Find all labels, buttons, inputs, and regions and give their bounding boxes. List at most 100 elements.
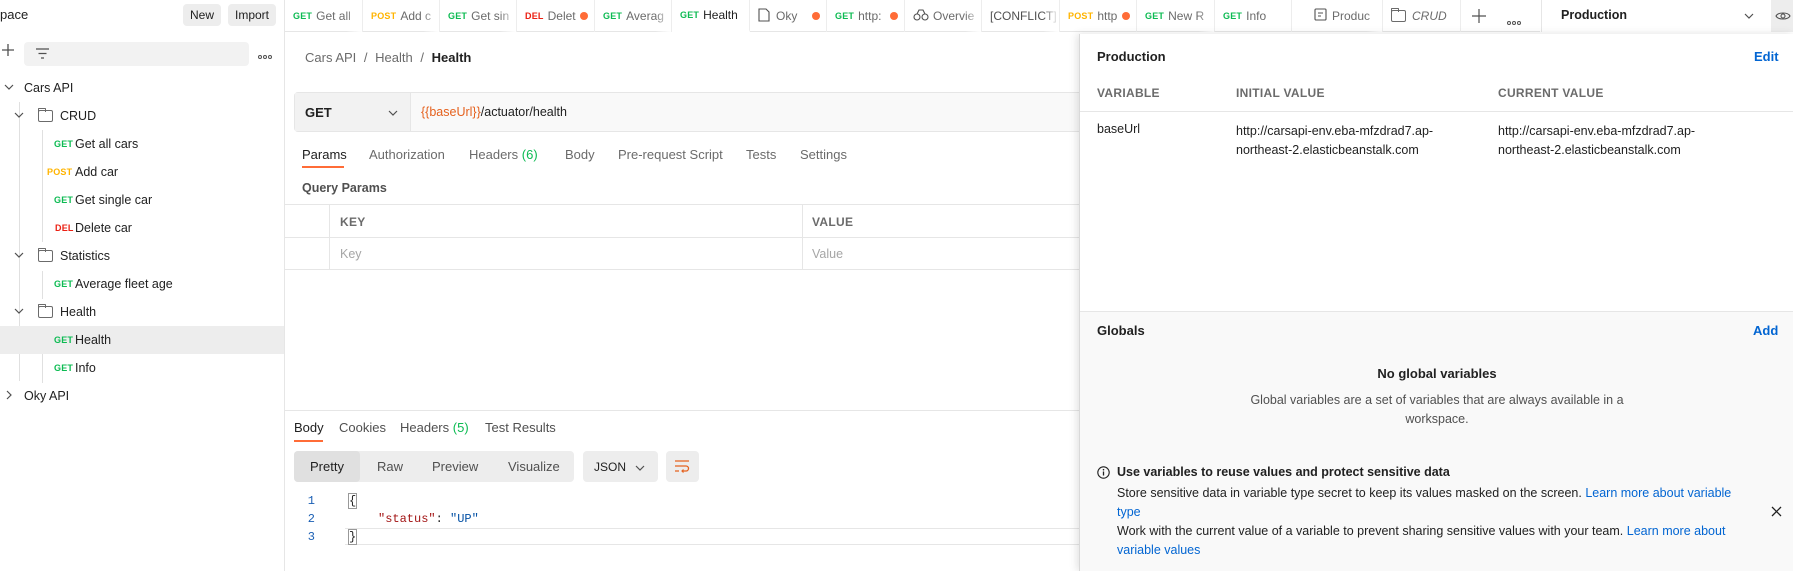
new-tab-icon[interactable]	[1472, 9, 1486, 26]
query-params-title: Query Params	[302, 181, 387, 195]
chevron-down-icon	[1743, 10, 1755, 25]
tab-headers[interactable]: Headers (6)	[469, 147, 538, 162]
learn-more-variable-type-link[interactable]: Learn more about variable	[1585, 486, 1731, 500]
add-icon[interactable]	[2, 44, 14, 56]
edit-environment-link[interactable]: Edit	[1754, 49, 1779, 64]
tab-label: Headers	[469, 147, 519, 162]
current-value-column-header: CURRENT VALUE	[1498, 86, 1604, 100]
tab-bar: GET Get all POST Add c GET Get sin DEL D…	[285, 0, 1540, 32]
tab-http[interactable]: GET http:	[827, 0, 905, 32]
request-label: Get all cars	[75, 137, 139, 151]
value-input[interactable]: Value	[812, 247, 843, 261]
tab-tests[interactable]: Tests	[746, 147, 776, 162]
new-button[interactable]: New	[183, 4, 222, 26]
request-info[interactable]: GET Info	[0, 354, 284, 382]
method-badge: GET	[54, 363, 74, 373]
folder-icon	[38, 108, 53, 122]
tab-settings[interactable]: Settings	[800, 147, 847, 162]
tab-params[interactable]: Params	[302, 147, 347, 162]
learn-more-variable-values-link[interactable]: Learn more about	[1627, 524, 1726, 538]
import-button[interactable]: Import	[228, 4, 277, 26]
collection-oky-api[interactable]: Oky API	[0, 382, 284, 410]
method-badge: GET	[1223, 11, 1243, 21]
request-health[interactable]: GET Health	[0, 326, 284, 354]
tab-get-all-cars[interactable]: GET Get all	[285, 0, 363, 32]
code-key-value: "status": "UP"	[378, 512, 479, 526]
request-get-single-car[interactable]: GET Get single car	[0, 186, 284, 214]
format-preview-button[interactable]: Preview	[432, 451, 478, 482]
environment-quick-look-button[interactable]	[1771, 0, 1793, 32]
tab-label: http:	[858, 9, 882, 23]
tab-new-request[interactable]: GET New R	[1137, 0, 1215, 32]
chevron-down-icon	[14, 109, 24, 123]
url-bar: GET {{baseUrl}}/actuator/health	[294, 92, 1084, 132]
response-tab-body[interactable]: Body	[294, 420, 324, 435]
request-delete-car[interactable]: DEL Delete car	[0, 214, 284, 242]
format-pretty-button[interactable]: Pretty	[294, 451, 360, 482]
folder-health[interactable]: Health	[0, 298, 284, 326]
unsaved-dot	[812, 12, 820, 20]
eye-icon	[1775, 10, 1791, 25]
breadcrumb-folder[interactable]: Health	[375, 50, 413, 65]
variable-initial-value: http://carsapi-env.eba-mfzdrad7.ap- nort…	[1236, 122, 1433, 160]
key-input[interactable]: Key	[340, 247, 362, 261]
tab-overview[interactable]: Overvie	[905, 0, 982, 32]
method-badge: GET	[54, 279, 74, 289]
method-select[interactable]: GET	[295, 93, 411, 131]
tab-overflow-icon[interactable]	[1507, 14, 1521, 28]
code-close-brace: }	[347, 529, 358, 545]
method-badge: GET	[1145, 11, 1165, 21]
tab-add-car[interactable]: POST Add c	[363, 0, 440, 32]
request-label: Info	[75, 361, 96, 375]
tab-label: Health	[703, 8, 738, 22]
tab-body[interactable]: Body	[565, 147, 595, 162]
response-tab-cookies[interactable]: Cookies	[339, 420, 386, 435]
breadcrumb: Cars API / Health / Health	[305, 50, 471, 65]
tab-get-single-car[interactable]: GET Get sin	[440, 0, 517, 32]
tab-production-env[interactable]: Produc	[1306, 0, 1383, 32]
tab-delete-car[interactable]: DEL Delet	[517, 0, 595, 32]
folder-statistics[interactable]: Statistics	[0, 242, 284, 270]
value-line: northeast-2.elasticbeanstalk.com	[1236, 143, 1419, 157]
learn-more-variable-type-link[interactable]: type	[1117, 503, 1757, 522]
breadcrumb-request: Health	[431, 50, 472, 65]
filter-input[interactable]	[24, 42, 249, 66]
folder-crud[interactable]: CRUD	[0, 102, 284, 130]
request-get-all-cars[interactable]: GET Get all cars	[0, 130, 284, 158]
response-tab-headers[interactable]: Headers (5)	[400, 420, 469, 435]
method-badge: GET	[54, 139, 74, 149]
tab-prerequest-script[interactable]: Pre-request Script	[618, 147, 723, 162]
request-add-car[interactable]: POST Add car	[0, 158, 284, 186]
url-input[interactable]: {{baseUrl}}/actuator/health	[421, 105, 567, 119]
more-options-icon[interactable]	[258, 48, 272, 62]
description-line: workspace.	[1405, 412, 1469, 426]
tip-text: Work with the current value of a variabl…	[1117, 524, 1624, 538]
add-global-link[interactable]: Add	[1753, 323, 1778, 338]
wrap-lines-button[interactable]	[666, 451, 699, 482]
environment-panel-title: Production	[1097, 49, 1166, 64]
learn-more-variable-values-link[interactable]: variable values	[1117, 541, 1757, 560]
tab-crud-folder[interactable]: CRUD	[1383, 0, 1461, 32]
environment-selector[interactable]: Production	[1541, 0, 1771, 32]
tab-authorization[interactable]: Authorization	[369, 147, 445, 162]
tab-oky[interactable]: Oky	[750, 0, 827, 32]
language-select[interactable]: JSON	[583, 451, 658, 482]
format-raw-button[interactable]: Raw	[377, 451, 403, 482]
headers-count: (6)	[521, 147, 538, 162]
tab-info[interactable]: GET Info	[1215, 0, 1292, 32]
tab-conflict[interactable]: [CONFLICT]	[982, 0, 1060, 32]
folder-label: CRUD	[60, 109, 97, 123]
tab-health-active[interactable]: GET Health	[672, 0, 750, 32]
collection-cars-api[interactable]: Cars API	[0, 74, 284, 102]
format-visualize-button[interactable]: Visualize	[508, 451, 560, 482]
close-icon[interactable]	[1771, 506, 1782, 520]
request-label: Health	[75, 333, 112, 347]
tab-average-fleet-age[interactable]: GET Averag	[595, 0, 672, 32]
tip-body: Store sensitive data in variable type se…	[1117, 484, 1757, 560]
tab-post-http[interactable]: POST http	[1060, 0, 1137, 32]
breadcrumb-collection[interactable]: Cars API	[305, 50, 356, 65]
response-tab-test-results[interactable]: Test Results	[485, 420, 556, 435]
request-average-fleet-age[interactable]: GET Average fleet age	[0, 270, 284, 298]
collection-label: Cars API	[24, 81, 74, 95]
code-editor[interactable]: 1 2 3 { "status": "UP" }	[285, 490, 1085, 571]
